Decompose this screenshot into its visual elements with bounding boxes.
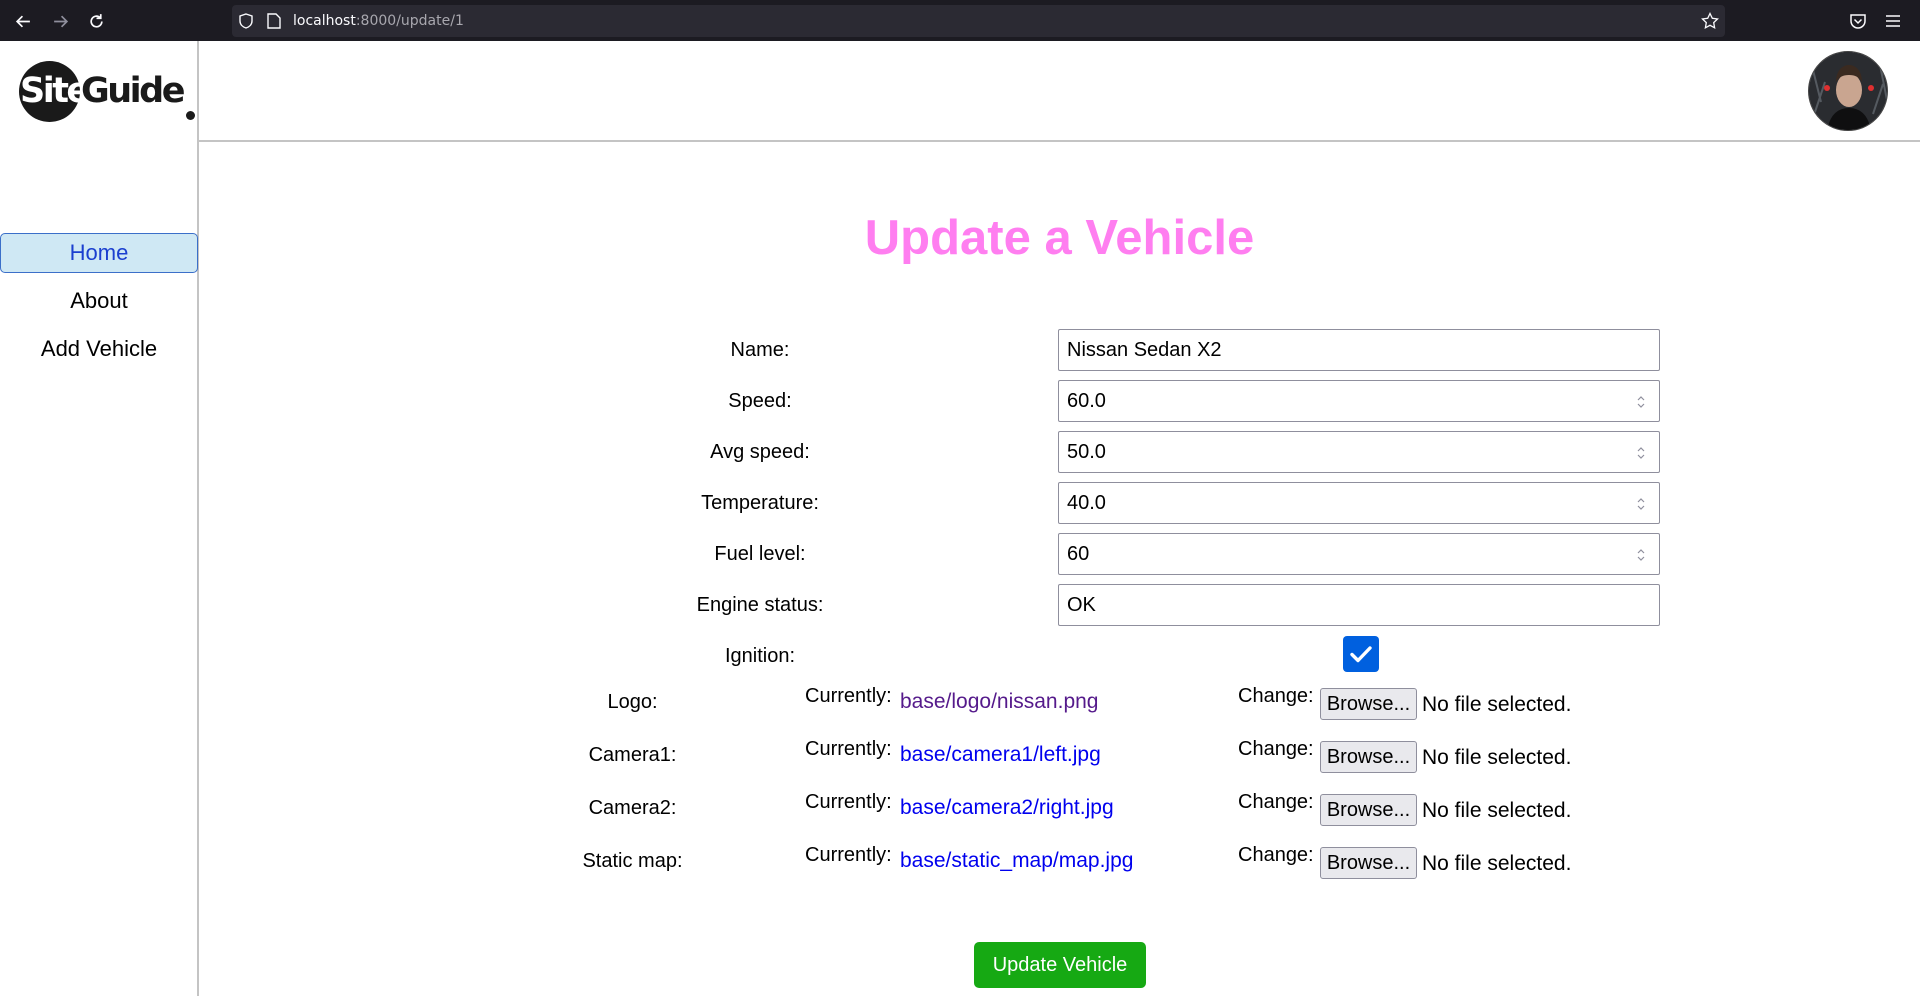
temperature-field[interactable] xyxy=(1058,482,1660,524)
static-map-browse-button[interactable]: Browse... xyxy=(1320,847,1417,879)
forward-button[interactable] xyxy=(47,8,73,34)
camera2-no-file-text: No file selected. xyxy=(1422,799,1572,822)
avg-speed-spinner-icon[interactable] xyxy=(1636,445,1646,461)
sidebar: Site Guide Home About Add Vehicle xyxy=(0,41,199,996)
fuel-level-label: Fuel level: xyxy=(714,543,806,565)
page-icon xyxy=(267,13,281,29)
logo-text-guide: Guide xyxy=(81,71,185,111)
camera1-currently-label: Currently: xyxy=(805,738,892,760)
siteguide-logo[interactable]: Site Guide xyxy=(19,61,195,125)
ignition-label: Ignition: xyxy=(724,645,796,667)
speed-input[interactable] xyxy=(1059,381,1659,421)
engine-status-input[interactable] xyxy=(1059,585,1659,625)
engine-status-field[interactable] xyxy=(1058,584,1660,626)
pocket-icon[interactable] xyxy=(1849,12,1867,30)
browser-toolbar: localhost:8000/update/1 xyxy=(0,0,1920,41)
header-divider xyxy=(199,140,1920,142)
avatar[interactable] xyxy=(1808,51,1888,131)
temperature-spinner-icon[interactable] xyxy=(1636,496,1646,512)
forward-arrow-icon xyxy=(53,15,68,27)
back-button[interactable] xyxy=(10,8,36,34)
static-map-no-file-text: No file selected. xyxy=(1422,852,1572,875)
camera1-change-label: Change: xyxy=(1238,738,1314,760)
camera1-file-link[interactable]: base/camera1/left.jpg xyxy=(900,743,1101,767)
temperature-input[interactable] xyxy=(1059,483,1659,523)
update-vehicle-button[interactable]: Update Vehicle xyxy=(974,942,1146,988)
checkmark-icon xyxy=(1350,646,1372,663)
avg-speed-field[interactable] xyxy=(1058,431,1660,473)
sidebar-item-home[interactable]: Home xyxy=(0,233,198,273)
shield-icon[interactable] xyxy=(238,13,254,29)
address-bar[interactable]: localhost:8000/update/1 xyxy=(232,5,1725,37)
temperature-label: Temperature: xyxy=(701,492,819,514)
static-map-change-label: Change: xyxy=(1238,844,1314,866)
ignition-checkbox[interactable] xyxy=(1343,636,1379,672)
logo-dot xyxy=(186,111,195,120)
logo-currently-label: Currently: xyxy=(805,685,892,707)
avatar-image xyxy=(1809,52,1887,130)
camera2-file-link[interactable]: base/camera2/right.jpg xyxy=(900,796,1114,820)
speed-spinner-icon[interactable] xyxy=(1636,394,1646,410)
name-input[interactable] xyxy=(1059,330,1659,370)
logo-text-site: Site xyxy=(20,71,90,111)
logo-change-label: Change: xyxy=(1238,685,1314,707)
url-text[interactable]: localhost:8000/update/1 xyxy=(293,12,464,30)
sidebar-item-about[interactable]: About xyxy=(0,282,198,322)
camera1-no-file-text: No file selected. xyxy=(1422,746,1572,769)
fuel-level-field[interactable] xyxy=(1058,533,1660,575)
camera2-currently-label: Currently: xyxy=(805,791,892,813)
hamburger-menu-icon[interactable] xyxy=(1884,12,1902,30)
speed-field[interactable] xyxy=(1058,380,1660,422)
logo-file-link[interactable]: base/logo/nissan.png xyxy=(900,690,1099,714)
sidebar-item-add-vehicle[interactable]: Add Vehicle xyxy=(0,330,198,370)
avg-speed-input[interactable] xyxy=(1059,432,1659,472)
camera1-label: Camera1: xyxy=(588,744,677,766)
logo-label: Logo: xyxy=(607,691,658,713)
camera2-label: Camera2: xyxy=(588,797,677,819)
engine-status-label: Engine status: xyxy=(696,594,824,616)
back-arrow-icon xyxy=(15,15,30,27)
static-map-label: Static map: xyxy=(582,850,683,872)
name-field[interactable] xyxy=(1058,329,1660,371)
logo-no-file-text: No file selected. xyxy=(1422,693,1572,716)
avg-speed-label: Avg speed: xyxy=(710,441,810,463)
reload-button[interactable] xyxy=(83,8,109,34)
static-map-currently-label: Currently: xyxy=(805,844,892,866)
camera2-browse-button[interactable]: Browse... xyxy=(1320,794,1417,826)
name-label: Name: xyxy=(730,339,790,361)
logo-browse-button[interactable]: Browse... xyxy=(1320,688,1417,720)
speed-label: Speed: xyxy=(728,390,792,412)
static-map-file-link[interactable]: base/static_map/map.jpg xyxy=(900,849,1133,873)
bookmark-star-icon[interactable] xyxy=(1701,12,1719,30)
reload-icon xyxy=(89,13,103,28)
camera2-change-label: Change: xyxy=(1238,791,1314,813)
fuel-level-input[interactable] xyxy=(1059,534,1659,574)
fuel-level-spinner-icon[interactable] xyxy=(1636,547,1646,563)
camera1-browse-button[interactable]: Browse... xyxy=(1320,741,1417,773)
page-title: Update a Vehicle xyxy=(864,211,1255,265)
